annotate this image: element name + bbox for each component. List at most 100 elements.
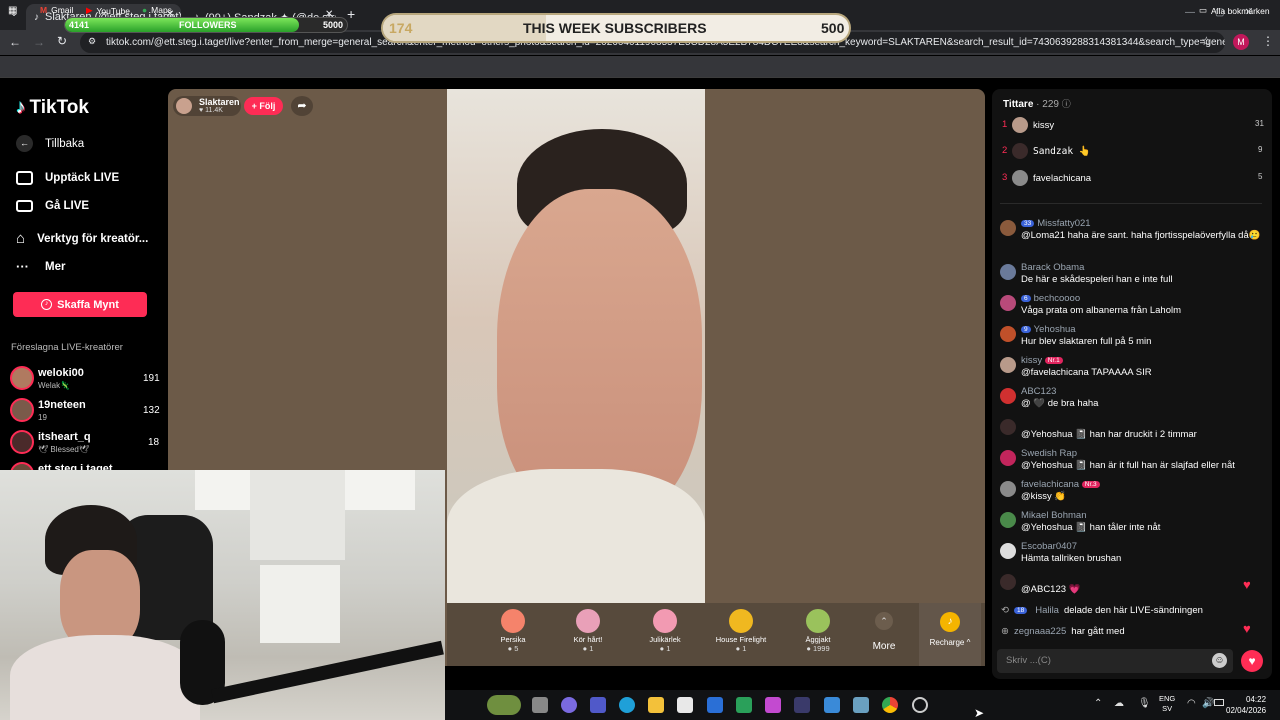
sidebar-item-go-live[interactable]: Gå LIVE (16, 200, 89, 212)
new-tab-button[interactable]: + (347, 6, 355, 22)
gift-item[interactable]: Äggjakt ● 1999 (783, 607, 853, 653)
mail-icon[interactable] (707, 697, 723, 713)
obs-icon[interactable] (912, 697, 928, 713)
sidebar-item-creator-tools[interactable]: ⌂ Verktyg för kreatör... (16, 230, 148, 247)
top-viewer-row[interactable]: 3 favelachicana 5 (1002, 170, 1266, 186)
gift-price: ● 1 (659, 644, 671, 653)
more-label: More (872, 641, 896, 652)
all-bookmarks[interactable]: ▭ Alla bokmärken (1199, 5, 1270, 16)
photos-icon[interactable] (824, 697, 840, 713)
more-gifts-button[interactable]: ⌃ More (866, 612, 902, 652)
event-username[interactable]: Halila (1035, 605, 1059, 616)
shield-icon[interactable] (736, 697, 752, 713)
viewer-name: Sandzak 👆 (1033, 146, 1091, 157)
chat-message: kissy Nr.1 @favelachicana TAPAAAA SIR (998, 355, 1268, 378)
viewer-score: 9 (1258, 145, 1263, 154)
chat-username[interactable]: Escobar0407 (1021, 541, 1077, 552)
gift-name: Äggjakt (805, 635, 831, 644)
tiktok-note-icon: ♪ (16, 97, 26, 118)
chat-message: @ABC123 💗 (998, 572, 1268, 595)
host-info[interactable]: Slaktaren ♥ 11.4K (173, 96, 241, 116)
chat-username[interactable]: bechcoooo (1034, 293, 1080, 304)
chat-username[interactable]: Missfatty021 (1037, 218, 1090, 229)
battery-icon[interactable] (1214, 699, 1224, 706)
clock[interactable]: 04:22 02/04/2026 (1226, 694, 1266, 716)
apps-icon[interactable]: ▦ (8, 5, 17, 16)
suggested-creator[interactable]: weloki00 Welak🦎 191 (10, 366, 160, 396)
creator-name: itsheart_q (38, 431, 91, 443)
teams-icon[interactable] (590, 697, 606, 713)
chat-username[interactable]: favelachicana (1021, 479, 1079, 490)
chrome-icon[interactable] (882, 697, 898, 713)
heart-icon[interactable]: ♥ (1243, 577, 1257, 592)
image-viewer-icon[interactable] (853, 697, 869, 713)
site-info-icon[interactable]: ⚙ (88, 36, 96, 47)
copilot-icon[interactable] (561, 697, 577, 713)
recharge-button[interactable]: ♪ Recharge ^ (919, 603, 981, 666)
suggested-creator[interactable]: 19neteen 19 132 (10, 398, 160, 428)
chat-username[interactable]: ABC123 (1021, 386, 1056, 397)
reload-icon[interactable]: ↻ (57, 34, 67, 48)
sidebar-item-more[interactable]: ··· Mer (16, 259, 65, 274)
chat-input[interactable]: Skriv ...(C) ☺ (997, 649, 1233, 673)
back-link[interactable]: ← Tillbaka (16, 135, 84, 152)
avatar (1000, 264, 1016, 280)
event-username[interactable]: zegnaaa225 (1014, 626, 1066, 637)
bookmark-youtube[interactable]: ▶ YouTube (86, 5, 130, 16)
copilot-m365-icon[interactable] (765, 697, 781, 713)
chat-text: @Yehoshua 📓 han är it full han är slajfa… (1021, 460, 1235, 471)
tiktok-logo[interactable]: ♪ TikTok (16, 97, 89, 119)
get-coins-button[interactable]: ♪ Skaffa Mynt (13, 292, 147, 317)
back-arrow-circle-icon: ← (16, 135, 33, 152)
recharge-label: Recharge ^ (929, 638, 971, 647)
bookmark-maps[interactable]: ● Maps (142, 5, 172, 15)
chat-username[interactable]: Barack Obama (1021, 262, 1084, 273)
bookmark-gmail[interactable]: M Gmail (40, 5, 73, 15)
gift-item[interactable]: Kör hårt! ● 1 (553, 607, 623, 653)
back-arrow-icon[interactable]: ← (9, 35, 21, 49)
gift-item[interactable]: House Firelight ● 1 (706, 607, 776, 653)
wifi-icon[interactable]: ◠ (1187, 698, 1196, 709)
chat-username[interactable]: Swedish Rap (1021, 448, 1077, 459)
gift-item[interactable]: Persika ● 5 (478, 607, 548, 653)
creator-name: weloki00 (38, 367, 84, 379)
forward-arrow-icon[interactable]: → (33, 35, 45, 49)
weather-widget-icon[interactable] (487, 695, 521, 715)
sidebar-item-discover-live[interactable]: Upptäck LIVE (16, 171, 119, 185)
language-indicator[interactable]: ENG SV (1159, 694, 1175, 714)
avatar (1000, 295, 1016, 311)
top-viewer-row[interactable]: 2 Sandzak 👆 9 (1002, 143, 1266, 159)
heart-icon[interactable]: ♥ (1243, 621, 1257, 636)
store-icon[interactable] (677, 697, 693, 713)
onedrive-icon[interactable]: ☁ (1114, 698, 1124, 709)
send-like-button[interactable]: ♥ (1241, 650, 1263, 672)
cube-app-icon[interactable] (794, 697, 810, 713)
share-icon[interactable]: ➦ (291, 96, 313, 116)
suggested-creator[interactable]: itsheart_q 🕊 Blessed🕊 18 (10, 430, 160, 460)
follow-button[interactable]: + Följ (244, 97, 283, 115)
gift-item[interactable]: Julikärlek ● 1 (630, 607, 700, 653)
join-event: ⊕ zegnaaa225 har gått med (1001, 626, 1125, 637)
microphone-icon[interactable]: 🎙 (1138, 698, 1151, 709)
share-icon: ⟲ (1001, 605, 1009, 616)
browser-menu-icon[interactable]: ⋮ (1262, 34, 1274, 48)
chat-message: 9 Yehoshua Hur blev slaktaren full på 5 m… (998, 324, 1268, 347)
file-explorer-icon[interactable] (648, 697, 664, 713)
task-view-icon[interactable] (532, 697, 548, 713)
profile-avatar[interactable]: M (1233, 34, 1249, 50)
tray-overflow-icon[interactable]: ⌃ (1094, 698, 1102, 709)
emoji-icon[interactable]: ☺ (1212, 653, 1227, 668)
rank-badge: Nr.1 (1044, 357, 1063, 364)
creator-subtitle: 🕊 Blessed🕊 (38, 445, 89, 454)
bookmark-star-icon[interactable]: ☆ (1201, 34, 1212, 48)
top-viewer-row[interactable]: 1 kissy 31 (1002, 117, 1266, 133)
info-icon[interactable]: ⓘ (1062, 99, 1071, 109)
share-event: ⟲ 18 Halila delade den här LIVE-sändning… (1001, 605, 1203, 616)
chat-username[interactable]: Yehoshua (1034, 324, 1076, 335)
volume-icon[interactable]: 🔊 (1202, 698, 1214, 709)
chat-username[interactable]: Mikael Bohman (1021, 510, 1086, 521)
edge-icon[interactable] (619, 697, 635, 713)
chat-text: Hämta tallriken brushan (1021, 553, 1122, 564)
chat-username[interactable]: kissy (1021, 355, 1042, 366)
coin-icon: ♪ (940, 612, 960, 632)
